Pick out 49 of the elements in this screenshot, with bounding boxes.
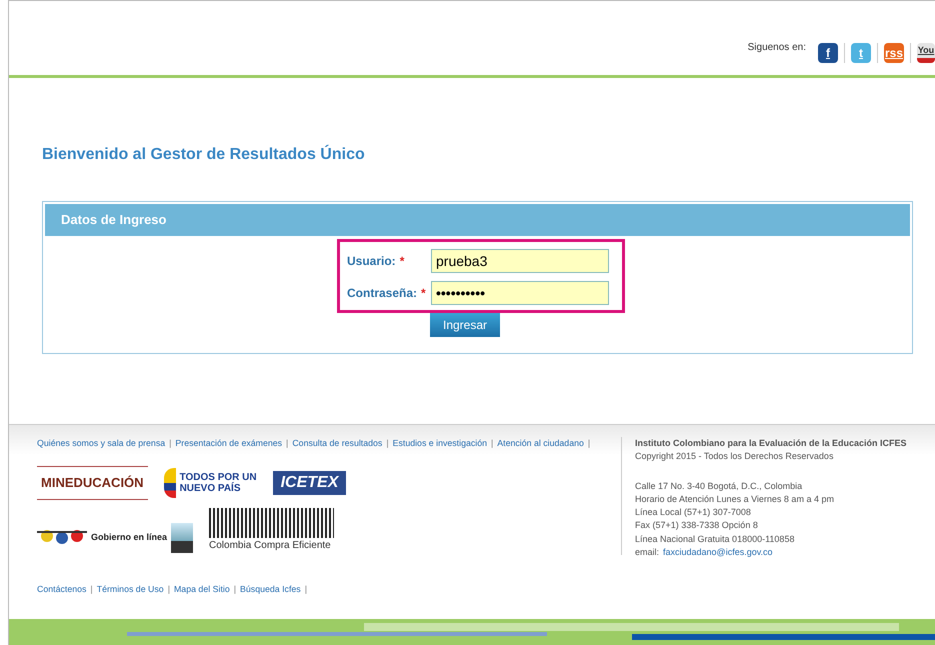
page-title: Bienvenido al Gestor de Resultados Único (42, 144, 366, 165)
separator: | (491, 437, 494, 450)
footer-link[interactable]: Mapa del Sitio (174, 582, 230, 596)
separator: | (234, 582, 236, 596)
flag-icon (164, 468, 176, 498)
copyright-text: Copyright 2015 - Todos los Derechos Reservados (635, 450, 834, 464)
separator: | (169, 437, 172, 450)
footer-link[interactable]: Atención al ciudadano (497, 437, 584, 450)
rss-icon[interactable]: rss (884, 43, 904, 63)
logo-text: Colombia Compra Eficiente (209, 538, 332, 553)
footer-link[interactable]: Contáctenos (37, 582, 86, 596)
panel-header: Datos de Ingreso (45, 204, 910, 236)
icetex-logo: ICETEX (272, 470, 346, 495)
footer-link[interactable]: Consulta de resultados (292, 437, 382, 450)
footer-link[interactable]: Búsqueda Icfes (240, 582, 301, 596)
video-icon[interactable]: You (917, 43, 935, 63)
contact-line: Calle 17 No. 3-40 Bogotá, D.C., Colombia (635, 480, 804, 493)
logo-text: TODOS POR UN (180, 472, 257, 483)
separator: | (304, 582, 307, 596)
input-field[interactable]: prueba3 (431, 248, 609, 272)
gobierno-logo-text: Gobierno en línea (91, 530, 168, 544)
contact-line: Horario de Atención Lunes a Viernes 8 am a 4 pm (635, 492, 835, 506)
footer-link[interactable]: Términos de Uso (96, 582, 164, 596)
barcode-icon (209, 508, 334, 538)
facebook-icon[interactable]: f (818, 43, 838, 63)
contact-line: Fax (57+1) 338-7338 Opción 8 (635, 519, 759, 532)
separator: | (386, 437, 389, 450)
contact-line: Línea Nacional Gratuita 018000-110858 (635, 532, 796, 546)
separator: | (90, 582, 93, 596)
separator: | (168, 582, 170, 596)
separator: | (286, 437, 288, 450)
footer-link[interactable]: Presentación de exámenes (175, 437, 282, 450)
field-label-text: Usuario: (347, 254, 396, 268)
social-label: Siguenos en: (748, 40, 806, 54)
footer-link[interactable]: Estudios e investigación (392, 437, 487, 450)
input-field[interactable]: •••••••••• (431, 280, 609, 304)
field-label-text: Contraseña: (347, 286, 418, 300)
email-link[interactable]: faxciudadano@icfes.gov.co (663, 546, 773, 560)
institute-name: Instituto Colombiano para la Evaluación de la Educación ICFES (635, 437, 907, 450)
urn-icon (171, 522, 194, 553)
contact-line: Línea Local (57+1) 307-7008 (635, 506, 752, 520)
required-mark: * (421, 286, 426, 300)
mineducacion-logo: MINEDUCACIÓN (37, 466, 148, 500)
required-mark: * (400, 254, 404, 268)
email-label: email: (635, 546, 660, 560)
logo-text: NUEVO PAÍS (180, 482, 242, 494)
separator: | (588, 437, 590, 450)
login-button[interactable]: Ingresar (430, 312, 500, 336)
footer-link[interactable]: Quiénes somos y sala de prensa (37, 437, 166, 450)
